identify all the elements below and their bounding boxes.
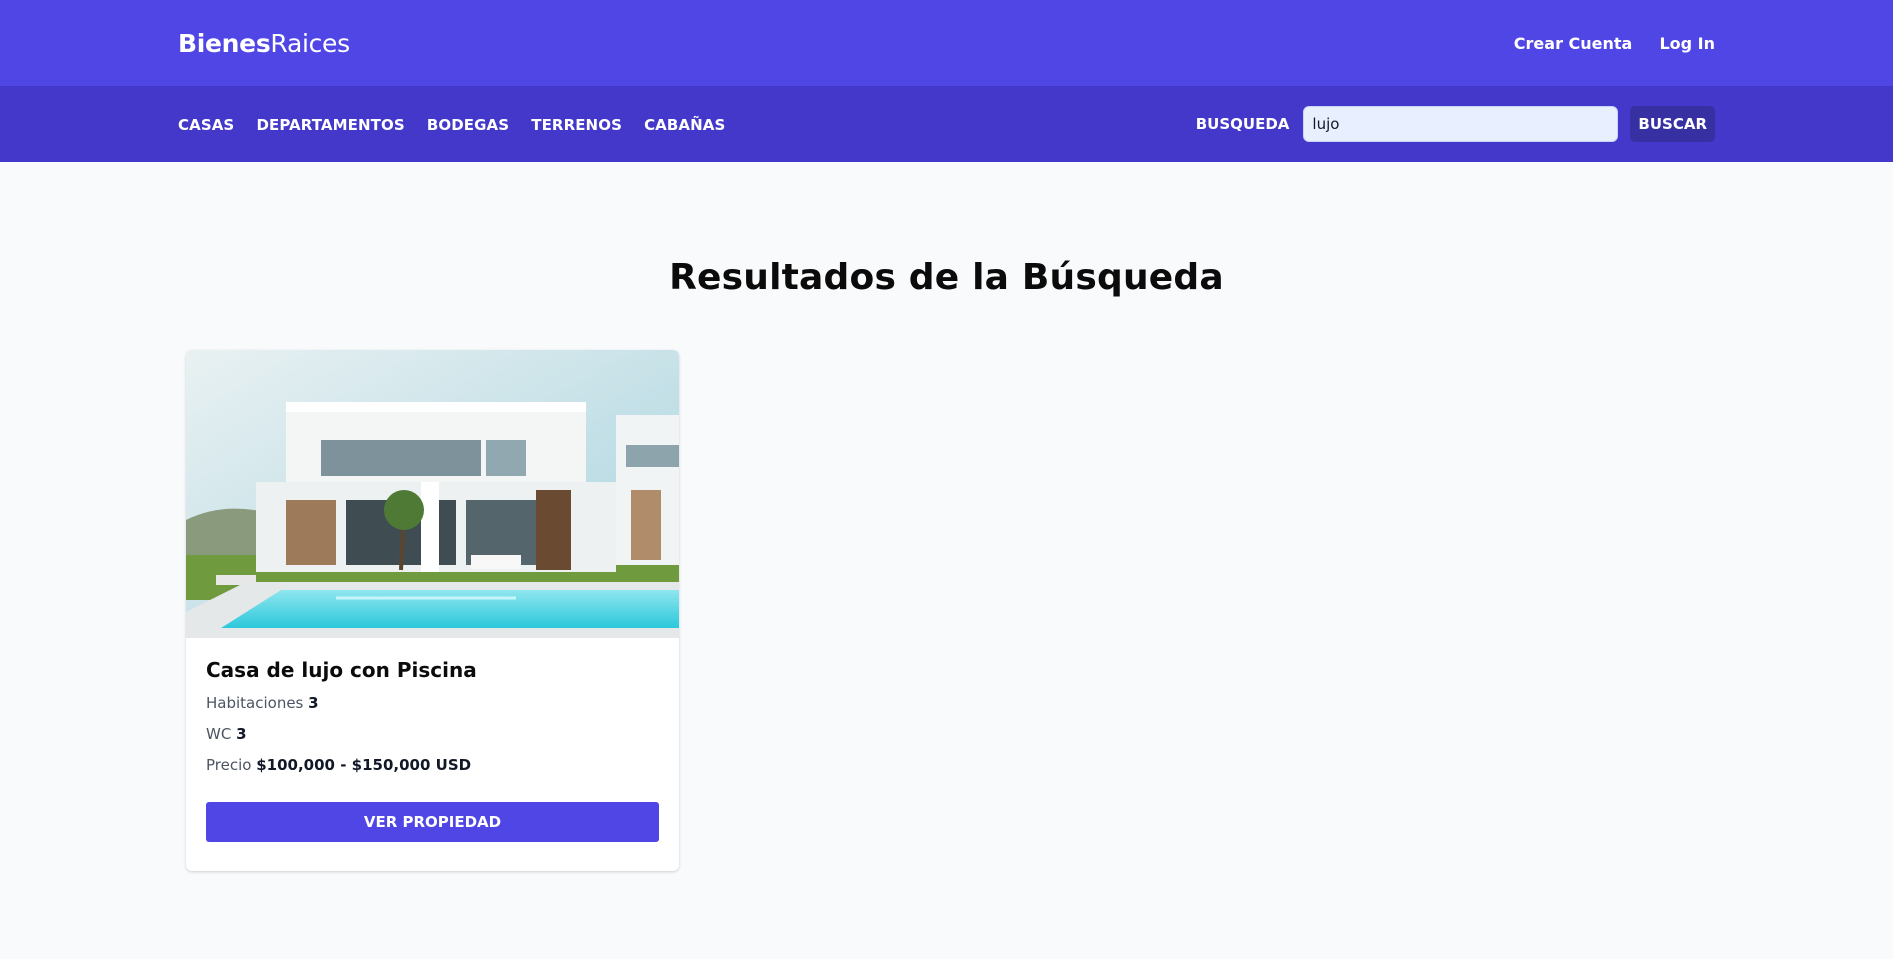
property-title: Casa de lujo con Piscina [206, 658, 477, 682]
property-photo [186, 350, 679, 637]
top-header: BienesRaices Crear Cuenta Log In [0, 0, 1893, 86]
auth-links: Crear Cuenta Log In [1492, 34, 1715, 53]
search-form: BUSQUEDA BUSCAR [1196, 106, 1715, 142]
nav-item-terrenos[interactable]: TERRENOS [531, 116, 622, 134]
rooms-label: Habitaciones [206, 694, 304, 712]
login-link[interactable]: Log In [1659, 34, 1715, 53]
wc-value: 3 [236, 725, 247, 743]
nav-item-bodegas[interactable]: BODEGAS [427, 116, 509, 134]
logo-bold: Bienes [178, 28, 271, 58]
site-logo[interactable]: BienesRaices [178, 29, 350, 58]
results-grid: Casa de lujo con Piscina Habitaciones 3 … [178, 350, 1715, 871]
navbar-container: CASAS DEPARTAMENTOS BODEGAS TERRENOS CAB… [178, 86, 1715, 162]
page-title: Resultados de la Búsqueda [669, 257, 1224, 298]
nav-item-departamentos[interactable]: DEPARTAMENTOS [256, 116, 404, 134]
property-card: Casa de lujo con Piscina Habitaciones 3 … [186, 350, 679, 871]
nav-item-cabanas[interactable]: CABAÑAS [644, 116, 725, 134]
card-body: Casa de lujo con Piscina Habitaciones 3 … [186, 638, 679, 842]
property-image [186, 350, 679, 638]
wc-info: WC 3 [206, 725, 659, 743]
search-label: BUSQUEDA [1195, 115, 1290, 133]
main-content: Resultados de la Búsqueda Casa de lujo c… [178, 257, 1715, 871]
wc-label: WC [206, 725, 232, 743]
logo-light: Raices [270, 28, 350, 58]
header-container: BienesRaices Crear Cuenta Log In [178, 0, 1715, 86]
view-property-button[interactable]: VER PROPIEDAD [206, 802, 659, 842]
price-value: $100,000 - $150,000 USD [256, 756, 472, 774]
search-button[interactable]: BUSCAR [1630, 106, 1715, 142]
search-input[interactable] [1303, 106, 1619, 142]
create-account-link[interactable]: Crear Cuenta [1514, 34, 1633, 53]
rooms-value: 3 [308, 694, 319, 712]
nav-item-casas[interactable]: CASAS [178, 116, 234, 134]
price-info: Precio $100,000 - $150,000 USD [206, 756, 659, 774]
category-links: CASAS DEPARTAMENTOS BODEGAS TERRENOS CAB… [178, 115, 742, 134]
price-label: Precio [206, 756, 252, 774]
rooms-info: Habitaciones 3 [206, 694, 659, 712]
category-navbar: CASAS DEPARTAMENTOS BODEGAS TERRENOS CAB… [0, 86, 1893, 162]
